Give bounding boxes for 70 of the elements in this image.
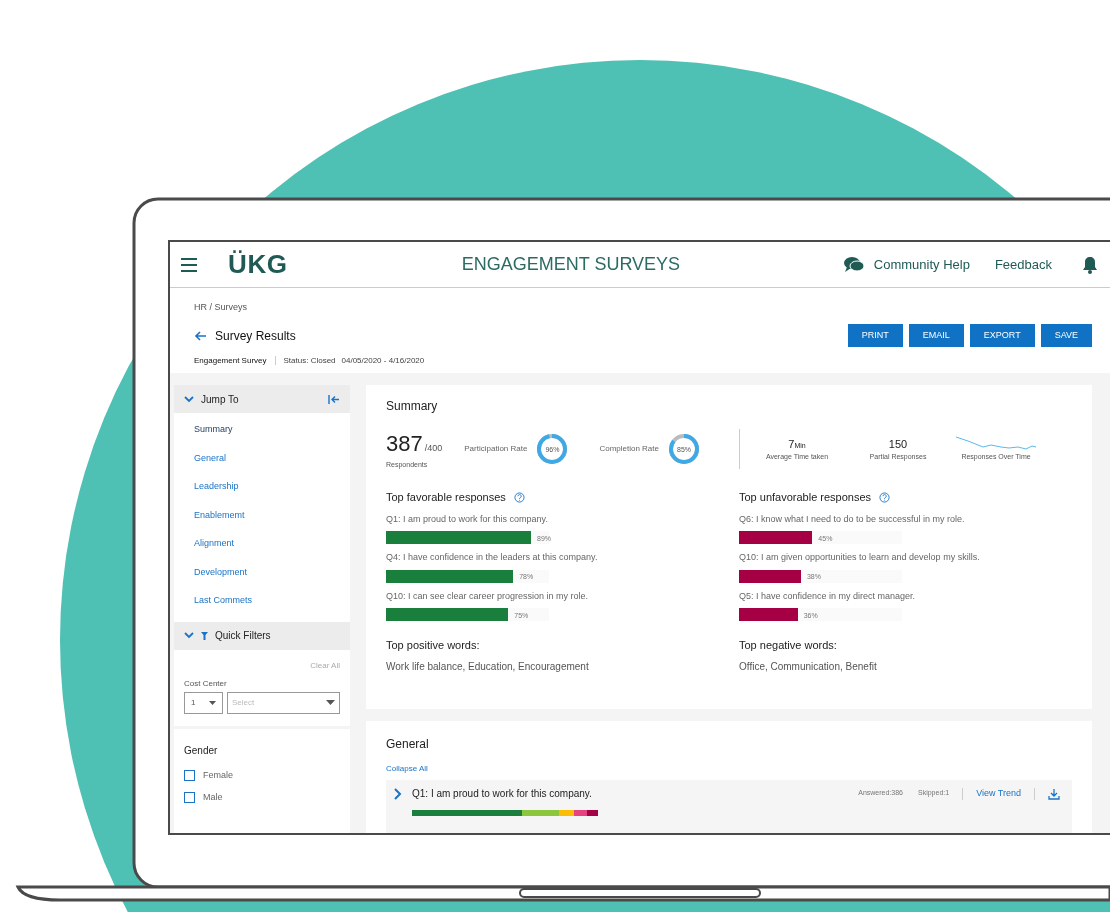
checkbox[interactable] (184, 792, 195, 804)
respondent-count: 387 (386, 430, 423, 459)
chevron-down-icon (184, 632, 194, 639)
question-text: Q10: I am given opportunities to learn and develop my skills. (739, 551, 981, 564)
checkbox-label: Male (203, 791, 223, 804)
question-text: Q4: I have confidence in the leaders at this company. (386, 551, 599, 564)
help-icon[interactable] (879, 491, 891, 503)
jump-to-header[interactable]: Jump To (174, 385, 350, 413)
jump-link[interactable]: Summary (194, 423, 350, 437)
respondent-total: /400 (424, 442, 443, 456)
chevron-right-icon[interactable] (394, 787, 402, 800)
card-title: Summary (386, 398, 439, 415)
survey-dates: 04/05/2020 - 4/16/2020 (341, 354, 425, 367)
action-button[interactable]: EXPORT (969, 324, 1035, 347)
donut-gauge (535, 432, 570, 466)
view-trend-link[interactable]: View Trend (976, 786, 1021, 801)
partial-count: 150 (888, 436, 908, 452)
card-title: General (386, 736, 430, 753)
section-heading: Top favorable responses (386, 490, 506, 505)
field-label: Cost Center (184, 677, 228, 690)
filter-group-title: Gender (184, 743, 219, 758)
words-text: Office, Communication, Benefit (739, 659, 878, 674)
caret-icon (209, 700, 216, 705)
rate-label: Completion Rate (599, 443, 659, 455)
jump-link[interactable]: Development (194, 565, 350, 579)
feedback-link[interactable]: Feedback (994, 254, 1052, 275)
menu-icon[interactable] (180, 256, 198, 273)
jump-link[interactable]: Enablememt (194, 508, 350, 522)
action-button[interactable]: EMAIL (908, 324, 964, 347)
question-text: Q6: I know what I need to do to be successful in my role. (739, 512, 966, 526)
panel-title: Jump To (201, 392, 239, 407)
quick-filters-header[interactable]: Quick Filters (174, 621, 350, 650)
rate-label: Participation Rate (464, 443, 528, 455)
words-heading: Top positive words: (386, 638, 481, 653)
chat-icon[interactable] (842, 255, 865, 274)
collapse-all-link[interactable]: Collapse All (386, 763, 428, 775)
question-text: Q10: I can see clear career progression in my role. (386, 589, 590, 603)
chevron-down-icon (184, 395, 194, 403)
jump-link[interactable]: Leadership (194, 480, 350, 494)
bell-icon[interactable] (1082, 255, 1098, 274)
action-button[interactable]: PRINT (847, 324, 903, 347)
caret-icon (326, 700, 335, 705)
logo: ÜKG (228, 248, 288, 281)
survey-name: Engagement Survey (194, 354, 267, 367)
average-time: 7 (788, 436, 795, 452)
donut-gauge (667, 432, 701, 466)
breadcrumb[interactable]: HR / Surveys (194, 301, 425, 315)
community-help-link[interactable]: Community Help (873, 254, 970, 275)
cost-center-dropdown[interactable]: 1 (184, 691, 223, 714)
jump-link[interactable]: General (194, 451, 350, 465)
collapse-panel-icon[interactable] (328, 393, 340, 405)
survey-status: Status: Closed (283, 354, 336, 367)
download-icon[interactable] (1048, 787, 1060, 800)
filter-icon (201, 631, 208, 640)
section-heading: Top unfavorable responses (739, 490, 872, 505)
question-title: Q1: I am proud to work for this company. (412, 787, 592, 801)
words-text: Work life balance, Education, Encouragement (386, 659, 590, 674)
back-arrow-icon[interactable] (194, 330, 207, 341)
checkbox-label: Female (203, 768, 233, 782)
words-heading: Top negative words: (739, 638, 838, 653)
panel-title: Quick Filters (215, 629, 271, 643)
checkbox[interactable] (184, 769, 195, 781)
app-title: ENGAGEMENT SURVEYS (461, 253, 681, 276)
action-button[interactable]: SAVE (1040, 324, 1092, 347)
question-text: Q5: I have confidence in my direct manager. (739, 589, 917, 603)
jump-link[interactable]: Alignment (194, 537, 350, 551)
help-icon[interactable] (513, 491, 525, 503)
question-text: Q1: I am proud to work for this company. (386, 512, 549, 526)
jump-link[interactable]: Last Commets (194, 594, 350, 608)
page-title: Survey Results (215, 327, 296, 345)
